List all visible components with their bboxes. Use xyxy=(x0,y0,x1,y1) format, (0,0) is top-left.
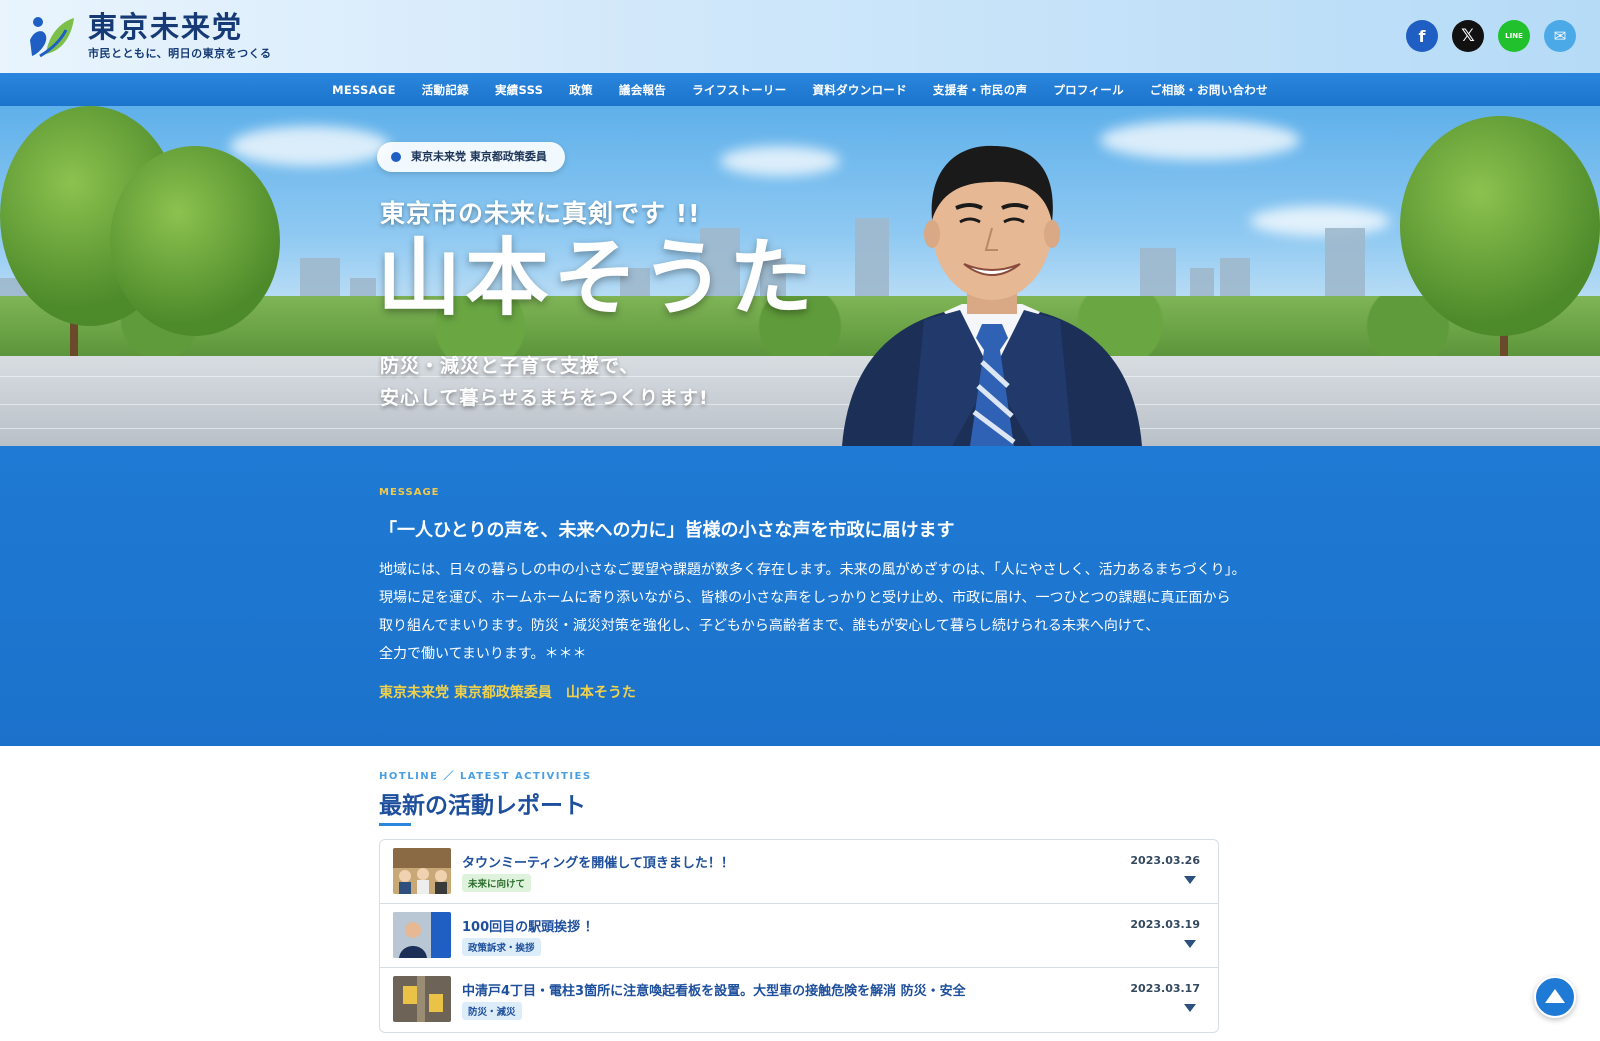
activities-section: HOTLINE ／ LATEST ACTIVITIES 最新の活動レポート タウ… xyxy=(0,746,1600,1041)
nav-item-message[interactable]: MESSAGE xyxy=(319,83,409,97)
cloud-decoration xyxy=(230,126,390,166)
x-icon[interactable]: 𝕏 xyxy=(1452,20,1484,52)
candidate-portrait xyxy=(832,124,1152,446)
arrow-up-icon xyxy=(1545,988,1565,1003)
nav-item-supporters[interactable]: 支援者・市民の声 xyxy=(920,82,1040,98)
activity-item[interactable]: タウンミーティングを開催して頂きました！！ 未来に向けて 2023.03.26 xyxy=(380,840,1218,904)
party-logo-icon xyxy=(26,10,78,62)
message-line: 現場に足を運び、ホームホームに寄り添いながら、皆様の小さな声をしっかりと受け止め… xyxy=(379,590,1231,606)
site-logo[interactable]: 東京未来党 市民とともに、明日の東京をつくる xyxy=(26,10,271,62)
activity-item[interactable]: 中清戸4丁目・電柱3箇所に注意喚起看板を設置。大型車の接触危険を解消 防災・安全… xyxy=(380,968,1218,1032)
nav-item-policy[interactable]: 政策 xyxy=(556,82,606,98)
activity-thumbnail xyxy=(393,848,451,894)
activity-date: 2023.03.17 xyxy=(1130,982,1200,995)
hero-banner: 東京未来党 東京都政策委員 東京市の未来に真剣です !! 山本そうた 防災・減災… xyxy=(0,106,1600,446)
plaza-floor xyxy=(0,356,1600,446)
mail-icon[interactable]: ✉ xyxy=(1544,20,1576,52)
activity-tag[interactable]: 政策訴求・挨拶 xyxy=(462,938,541,956)
cloud-decoration xyxy=(1250,206,1390,236)
message-line: 地域には、日々の暮らしの中の小さなご要望や課題が数多く存在します。未来の風がめざ… xyxy=(379,562,1246,578)
activity-date: 2023.03.19 xyxy=(1130,918,1200,931)
nav-item-profile[interactable]: プロフィール xyxy=(1040,82,1137,98)
message-body: 地域には、日々の暮らしの中の小さなご要望や課題が数多く存在します。未来の風がめざ… xyxy=(379,556,1279,668)
nav-item-activity-log[interactable]: 活動記録 xyxy=(409,82,482,98)
plaza-line xyxy=(0,376,1600,377)
logo-tagline: 市民とともに、明日の東京をつくる xyxy=(88,47,272,60)
nav-item-council-report[interactable]: 議会報告 xyxy=(606,82,679,98)
activities-label: HOTLINE ／ LATEST ACTIVITIES xyxy=(379,771,592,782)
nav-item-contact[interactable]: ご相談・お問い合わせ xyxy=(1137,82,1281,98)
activities-title: 最新の活動レポート xyxy=(379,793,586,819)
message-line: 取り組んでまいります。防災・減災対策を強化し、子どもから高齢者まで、誰もが安心し… xyxy=(379,618,1160,634)
nav-item-downloads[interactable]: 資料ダウンロード xyxy=(800,82,920,98)
candidate-name: 山本そうた xyxy=(377,229,818,327)
hero-subtitle-line: 安心して暮らせるまちをつくります! xyxy=(380,387,709,409)
activity-tag[interactable]: 防災・減災 xyxy=(462,1002,522,1020)
cloud-decoration xyxy=(720,146,840,176)
plaza-line xyxy=(0,428,1600,429)
message-line: 全力で働いてまいります。＊＊＊ xyxy=(379,646,587,662)
hero-lead: 東京市の未来に真剣です !! xyxy=(380,199,701,228)
social-links: f 𝕏 LINE ✉ xyxy=(1406,20,1576,52)
hero-subtitle-line: 防災・減災と子育て支援で、 xyxy=(380,355,640,377)
plaza-line xyxy=(0,404,1600,405)
site-header: 東京未来党 市民とともに、明日の東京をつくる f 𝕏 LINE ✉ xyxy=(0,0,1600,73)
role-badge: 東京未来党 東京都政策委員 xyxy=(377,142,565,172)
tree-foliage xyxy=(1400,116,1600,336)
role-badge-text: 東京未来党 東京都政策委員 xyxy=(411,150,547,163)
activity-list: タウンミーティングを開催して頂きました！！ 未来に向けて 2023.03.26 … xyxy=(379,839,1219,1033)
nav-item-achievements[interactable]: 実績SSS xyxy=(482,82,556,98)
hero-subtitle: 防災・減災と子育て支援で、 安心して暮らせるまちをつくります! xyxy=(380,350,709,414)
chevron-down-icon[interactable] xyxy=(1184,940,1196,948)
activity-item[interactable]: 100回目の駅頭挨拶 ！ 政策訴求・挨拶 2023.03.19 xyxy=(380,904,1218,968)
chevron-down-icon[interactable] xyxy=(1184,876,1196,884)
logo-title: 東京未来党 xyxy=(88,10,244,44)
title-underline xyxy=(379,823,411,826)
activity-title[interactable]: 100回目の駅頭挨拶 ！ xyxy=(462,916,598,935)
activity-date: 2023.03.26 xyxy=(1130,854,1200,867)
message-title: 「一人ひとりの声を、未来への力に」皆様の小さな声を市政に届けます xyxy=(379,520,955,541)
activity-title[interactable]: タウンミーティングを開催して頂きました！！ xyxy=(462,852,734,871)
activity-thumbnail xyxy=(393,912,451,958)
message-signature: 東京未来党 東京都政策委員 山本そうた xyxy=(379,685,636,701)
tree-foliage xyxy=(110,146,280,336)
facebook-icon[interactable]: f xyxy=(1406,20,1438,52)
badge-dot-icon xyxy=(391,152,401,162)
scroll-to-top-button[interactable] xyxy=(1534,976,1576,1018)
nav-item-life-story[interactable]: ライフストーリー xyxy=(679,82,799,98)
message-label: MESSAGE xyxy=(379,487,440,498)
message-section: MESSAGE 「一人ひとりの声を、未来への力に」皆様の小さな声を市政に届けます… xyxy=(0,446,1600,746)
line-icon[interactable]: LINE xyxy=(1498,20,1530,52)
activity-tag[interactable]: 未来に向けて xyxy=(462,874,532,892)
activity-title[interactable]: 中清戸4丁目・電柱3箇所に注意喚起看板を設置。大型車の接触危険を解消 防災・安全 xyxy=(462,980,966,999)
chevron-down-icon[interactable] xyxy=(1184,1004,1196,1012)
activity-thumbnail xyxy=(393,976,451,1022)
main-nav: MESSAGE 活動記録 実績SSS 政策 議会報告 ライフストーリー 資料ダウ… xyxy=(0,73,1600,106)
